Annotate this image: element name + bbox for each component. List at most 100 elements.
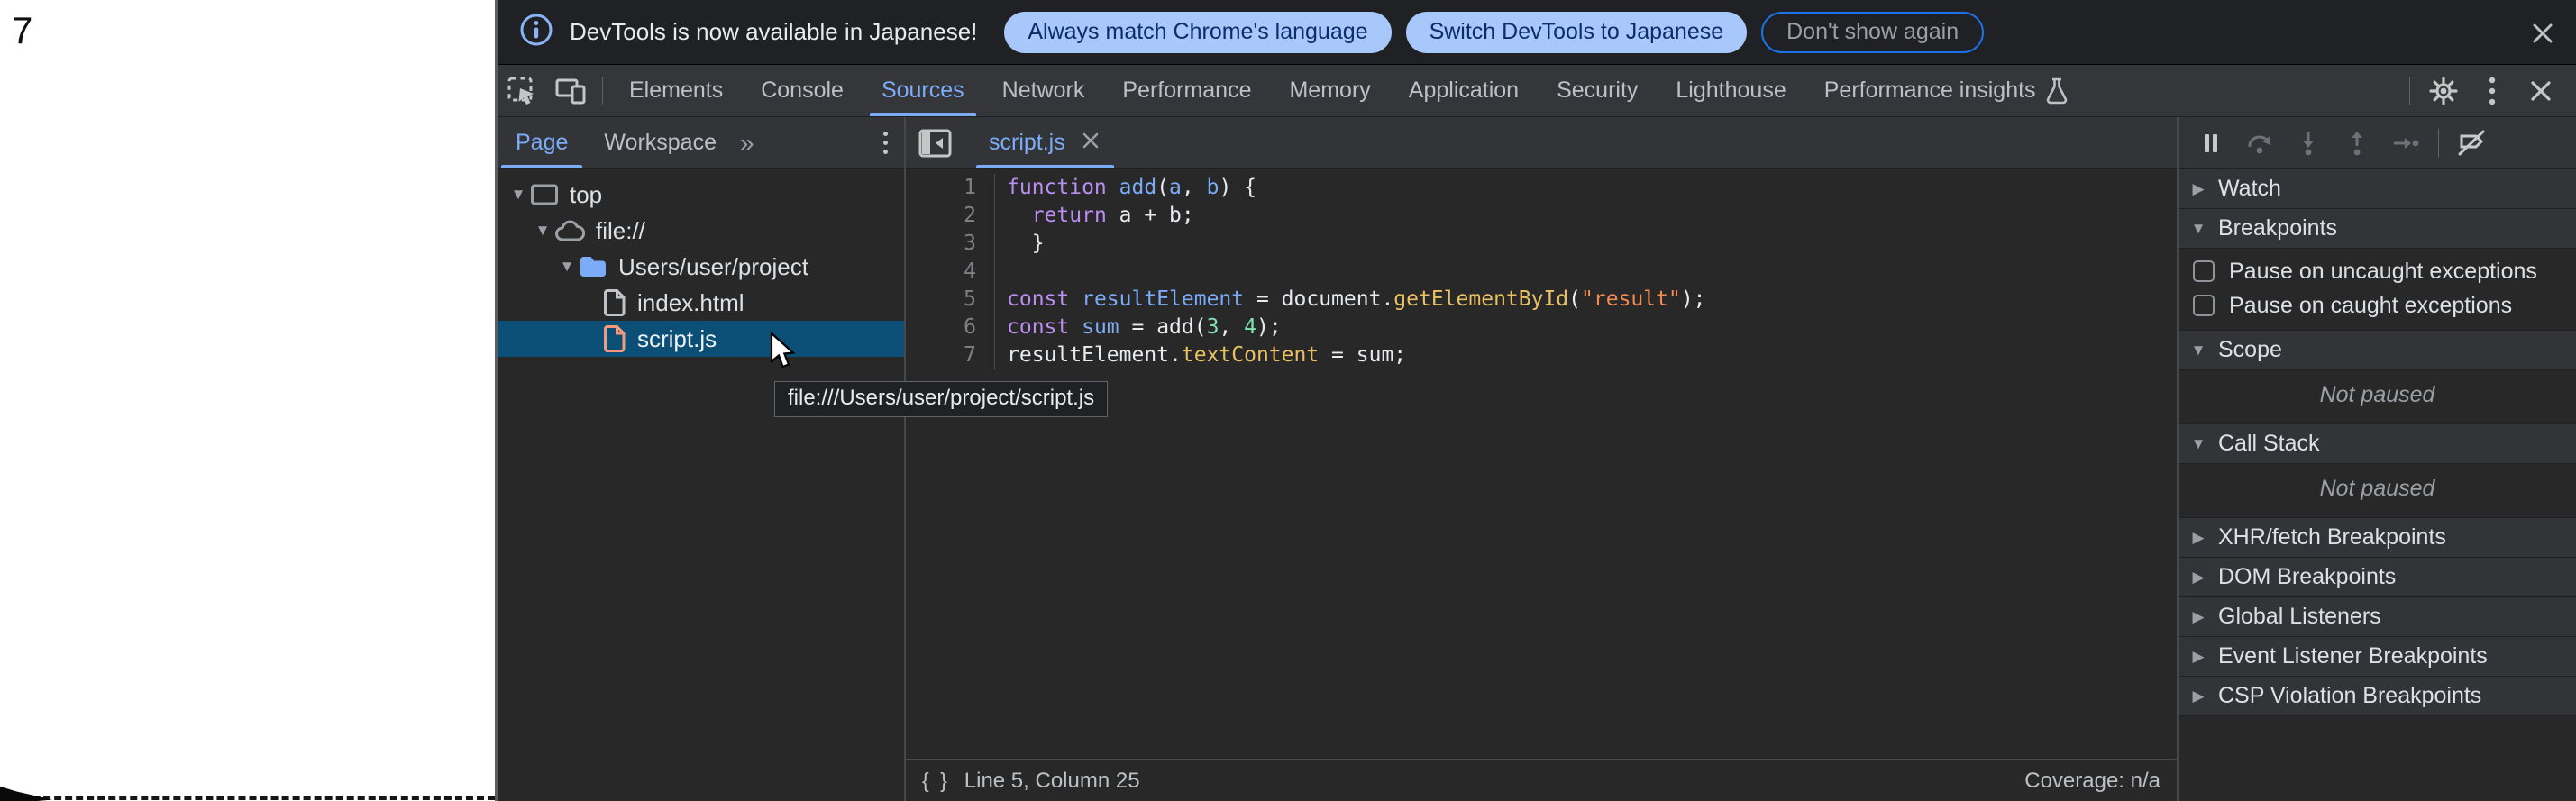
code-text: function add(a, b) { <box>994 174 1256 202</box>
section-csp-violation-breakpoints[interactable]: ▶CSP Violation Breakpoints <box>2179 677 2576 716</box>
step-out-icon[interactable] <box>2334 130 2380 157</box>
infobar-message: DevTools is now available in Japanese! <box>570 18 977 46</box>
editor-tab-scriptjs[interactable]: script.js <box>976 117 1114 168</box>
step-into-icon[interactable] <box>2285 130 2332 157</box>
section-xhr-fetch-breakpoints[interactable]: ▶XHR/fetch Breakpoints <box>2179 518 2576 558</box>
tab-application[interactable]: Application <box>1390 65 1538 116</box>
pretty-print-icon[interactable]: { } <box>922 769 950 793</box>
expand-arrow-icon[interactable]: ▼ <box>531 222 554 240</box>
close-icon[interactable] <box>2517 77 2565 105</box>
line-number[interactable]: 1 <box>906 174 994 202</box>
tab-memory[interactable]: Memory <box>1270 65 1389 116</box>
section-label: Call Stack <box>2218 431 2320 457</box>
tree-item-label: index.html <box>637 289 744 317</box>
more-tabs-icon[interactable]: » <box>735 129 760 158</box>
tree-item-index-html[interactable]: index.html <box>498 285 904 321</box>
tab-workspace[interactable]: Workspace <box>586 117 735 168</box>
line-number[interactable]: 4 <box>906 258 994 286</box>
code-text <box>994 258 1007 286</box>
infobar-close-icon[interactable] <box>2529 20 2556 51</box>
section-call-stack[interactable]: ▼Call Stack <box>2179 424 2576 464</box>
tab-performance[interactable]: Performance <box>1103 65 1270 116</box>
tab-security[interactable]: Security <box>1538 65 1657 116</box>
section-global-listeners[interactable]: ▶Global Listeners <box>2179 597 2576 637</box>
section-watch[interactable]: ▶Watch <box>2179 169 2576 209</box>
debugger-toolbar <box>2179 117 2576 169</box>
tree-item-top[interactable]: ▼ top <box>498 177 904 213</box>
hide-navigator-icon[interactable] <box>918 128 953 159</box>
inspect-icon[interactable] <box>498 65 546 116</box>
tab-elements[interactable]: Elements <box>610 65 742 116</box>
code-line: 3 } <box>906 230 2177 258</box>
section-event-listener-breakpoints[interactable]: ▶Event Listener Breakpoints <box>2179 637 2576 677</box>
pause-on-uncaught-exceptions-checkbox-row[interactable]: Pause on uncaught exceptions <box>2179 254 2576 288</box>
pause-icon[interactable] <box>2188 130 2234 157</box>
section-label: Scope <box>2218 337 2282 363</box>
checkbox-label: Pause on caught exceptions <box>2229 293 2512 319</box>
collapse-arrow-icon: ▼ <box>2179 341 2218 360</box>
code-text: const sum = add(3, 4); <box>994 314 1282 341</box>
tab-label: Lighthouse <box>1676 77 1786 104</box>
section-label: XHR/fetch Breakpoints <box>2218 524 2446 551</box>
tab-console[interactable]: Console <box>742 65 863 116</box>
tab-performance-insights[interactable]: Performance insights <box>1805 65 2087 116</box>
line-number[interactable]: 7 <box>906 341 994 369</box>
settings-gear-icon[interactable] <box>2419 75 2468 107</box>
expand-arrow-icon[interactable]: ▼ <box>507 186 530 204</box>
file-path-tooltip: file:///Users/user/project/script.js <box>774 381 1108 417</box>
slide-page-number: 7 <box>12 9 32 52</box>
cloud-icon <box>554 218 585 243</box>
navigator-kebab-menu-icon[interactable] <box>883 132 888 154</box>
line-number[interactable]: 2 <box>906 202 994 230</box>
section-dom-breakpoints[interactable]: ▶DOM Breakpoints <box>2179 558 2576 597</box>
always-match-chrome-s-language-button[interactable]: Always match Chrome's language <box>1004 12 1391 53</box>
code-line: 2 return a + b; <box>906 202 2177 230</box>
tree-item-label: top <box>570 181 602 209</box>
line-number[interactable]: 3 <box>906 230 994 258</box>
tab-network[interactable]: Network <box>983 65 1104 116</box>
toolbar-divider <box>2409 77 2410 105</box>
kebab-menu-icon[interactable] <box>2468 75 2517 107</box>
checkbox-unchecked[interactable] <box>2193 295 2215 316</box>
tree-item-script-js[interactable]: script.js <box>498 321 904 357</box>
language-infobar: DevTools is now available in Japanese! A… <box>498 0 2576 65</box>
navigator-tabbar: Page Workspace » <box>498 117 904 169</box>
step-over-icon[interactable] <box>2236 130 2283 157</box>
step-icon[interactable] <box>2382 130 2429 157</box>
expand-arrow-icon: ▶ <box>2179 648 2218 666</box>
expand-arrow-icon: ▶ <box>2179 569 2218 587</box>
editor-tab-close-icon[interactable] <box>1080 130 1101 156</box>
code-text: } <box>994 230 1045 258</box>
section-label: CSP Violation Breakpoints <box>2218 683 2481 709</box>
code-line: 7resultElement.textContent = sum; <box>906 341 2177 369</box>
line-number[interactable]: 5 <box>906 286 994 314</box>
tab-lighthouse[interactable]: Lighthouse <box>1657 65 1804 116</box>
line-number[interactable]: 6 <box>906 314 994 341</box>
slide-cut-line <box>0 796 495 800</box>
section-breakpoints[interactable]: ▼Breakpoints <box>2179 209 2576 249</box>
mouse-cursor <box>769 332 799 376</box>
tab-sources[interactable]: Sources <box>863 65 983 116</box>
code-line: 4 <box>906 258 2177 286</box>
debugger-sidebar: ▶Watch▼BreakpointsPause on uncaught exce… <box>2179 117 2576 801</box>
code-text: const resultElement = document.getElemen… <box>994 286 1706 314</box>
tab-label: Performance <box>1122 77 1251 104</box>
code-line: 5const resultElement = document.getEleme… <box>906 286 2177 314</box>
expand-arrow-icon[interactable]: ▼ <box>555 258 579 276</box>
tree-item-users-user-project[interactable]: ▼ Users/user/project <box>498 249 904 285</box>
pause-on-caught-exceptions-checkbox-row[interactable]: Pause on caught exceptions <box>2179 288 2576 323</box>
tree-item-label: Users/user/project <box>618 253 808 281</box>
checkbox-unchecked[interactable] <box>2193 260 2215 282</box>
sources-panel: Page Workspace » ▼top▼file://▼Users/user… <box>498 117 2576 801</box>
device-toolbar-icon[interactable] <box>546 65 595 116</box>
tab-page[interactable]: Page <box>498 117 586 168</box>
tree-item-file[interactable]: ▼file:// <box>498 213 904 249</box>
deactivate-breakpoints-icon[interactable] <box>2448 129 2495 158</box>
section-label: Global Listeners <box>2218 604 2381 630</box>
switch-devtools-to-japanese-button[interactable]: Switch DevTools to Japanese <box>1406 12 1748 53</box>
expand-arrow-icon: ▶ <box>2179 180 2218 198</box>
section-scope[interactable]: ▼Scope <box>2179 331 2576 370</box>
section-label: Breakpoints <box>2218 215 2337 241</box>
don-t-show-again-button[interactable]: Don't show again <box>1761 12 1984 53</box>
code-editor[interactable]: 1function add(a, b) {2 return a + b;3 }4… <box>906 169 2177 759</box>
